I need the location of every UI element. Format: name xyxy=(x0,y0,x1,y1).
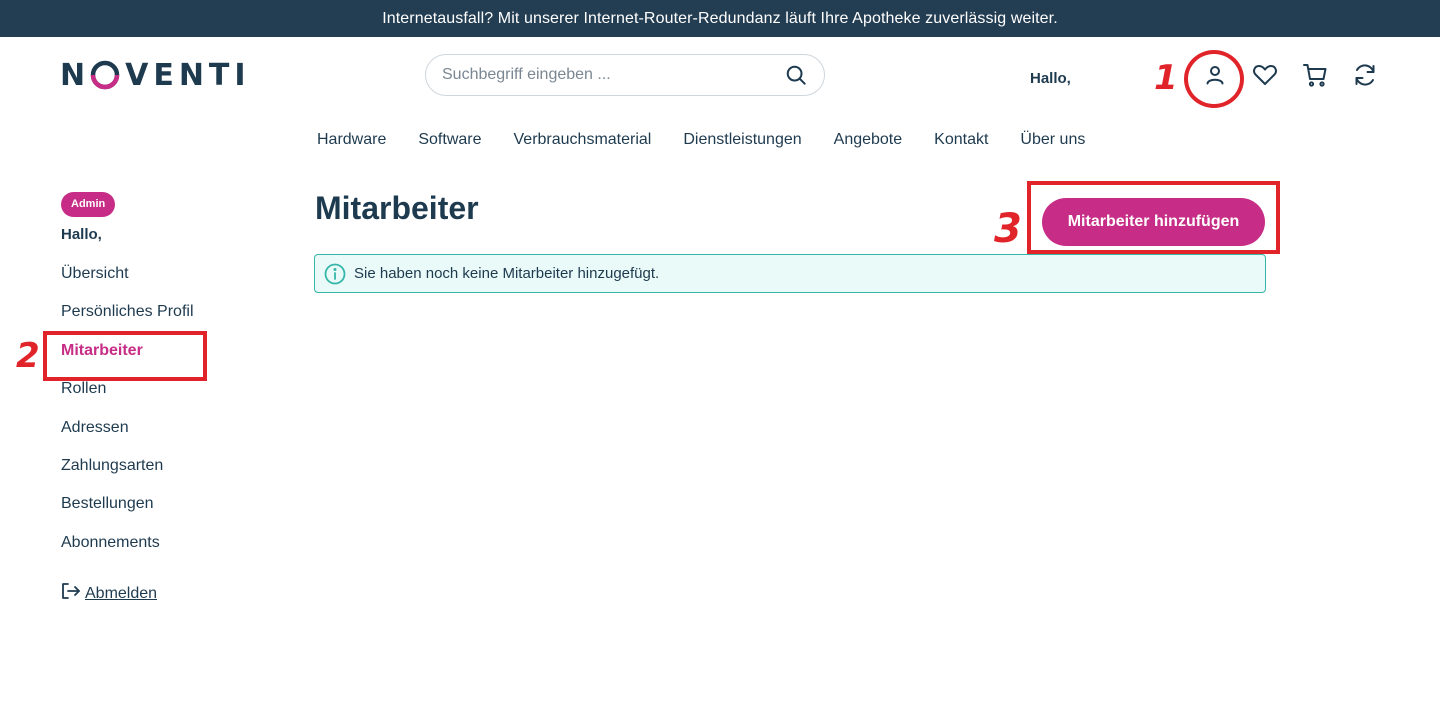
nav-software[interactable]: Software xyxy=(418,131,481,149)
annotation-box-mitarbeiter xyxy=(43,331,207,381)
header-greeting: Hallo, xyxy=(1030,70,1071,87)
announcement-text[interactable]: Internetausfall? Mit unserer Internet-Ro… xyxy=(382,10,1058,28)
search-icon[interactable] xyxy=(784,63,808,87)
annotation-step-2: 2 xyxy=(16,336,40,376)
admin-badge: Admin xyxy=(61,192,116,217)
annotation-circle xyxy=(1184,50,1244,108)
sidebar-item-abonnements[interactable]: Abonnements xyxy=(61,533,261,571)
annotation-step-3: 3 xyxy=(994,206,1022,252)
nav-hardware[interactable]: Hardware xyxy=(317,131,386,149)
search-bar[interactable] xyxy=(425,54,825,96)
announcement-bar[interactable]: Internetausfall? Mit unserer Internet-Ro… xyxy=(0,0,1440,37)
sidebar-item-adressen[interactable]: Adressen xyxy=(61,418,261,456)
nav-kontakt[interactable]: Kontakt xyxy=(934,131,988,149)
main-navigation: Hardware Software Verbrauchsmaterial Die… xyxy=(317,131,1117,149)
annotation-box-add-button xyxy=(1027,181,1280,254)
info-icon xyxy=(324,263,346,285)
nav-verbrauchsmaterial[interactable]: Verbrauchsmaterial xyxy=(514,131,652,149)
noventi-logo[interactable]: N VENTI xyxy=(60,57,251,93)
sidebar-item-uebersicht[interactable]: Übersicht xyxy=(61,264,261,302)
info-alert: Sie haben noch keine Mitarbeiter hinzuge… xyxy=(314,254,1266,293)
annotation-step-1: 1 xyxy=(1154,58,1178,98)
sidebar-greeting: Hallo, xyxy=(61,226,102,243)
sidebar-item-bestellungen[interactable]: Bestellungen xyxy=(61,494,261,532)
logo-text-start: N xyxy=(60,57,91,93)
info-message: Sie haben noch keine Mitarbeiter hinzuge… xyxy=(354,265,660,282)
sidebar-menu: Übersicht Persönliches Profil Mitarbeite… xyxy=(61,264,261,571)
account-sidebar: Admin Hallo, Übersicht Persönliches Prof… xyxy=(61,192,261,605)
logout-label: Abmelden xyxy=(85,584,158,602)
cart-icon[interactable] xyxy=(1301,61,1329,89)
sidebar-item-rollen[interactable]: Rollen xyxy=(61,379,261,417)
nav-ueber-uns[interactable]: Über uns xyxy=(1020,131,1085,149)
nav-angebote[interactable]: Angebote xyxy=(834,131,903,149)
wishlist-heart-icon[interactable] xyxy=(1251,61,1279,89)
refresh-icon[interactable] xyxy=(1351,61,1379,89)
page-title: Mitarbeiter xyxy=(315,190,479,226)
logout-icon xyxy=(61,582,81,605)
sidebar-item-zahlungsarten[interactable]: Zahlungsarten xyxy=(61,456,261,494)
logout-link[interactable]: Abmelden xyxy=(61,582,261,605)
search-input[interactable] xyxy=(442,66,784,84)
logo-text-end: VENTI xyxy=(125,57,251,93)
logo-o-mark xyxy=(90,60,120,90)
nav-dienstleistungen[interactable]: Dienstleistungen xyxy=(683,131,801,149)
